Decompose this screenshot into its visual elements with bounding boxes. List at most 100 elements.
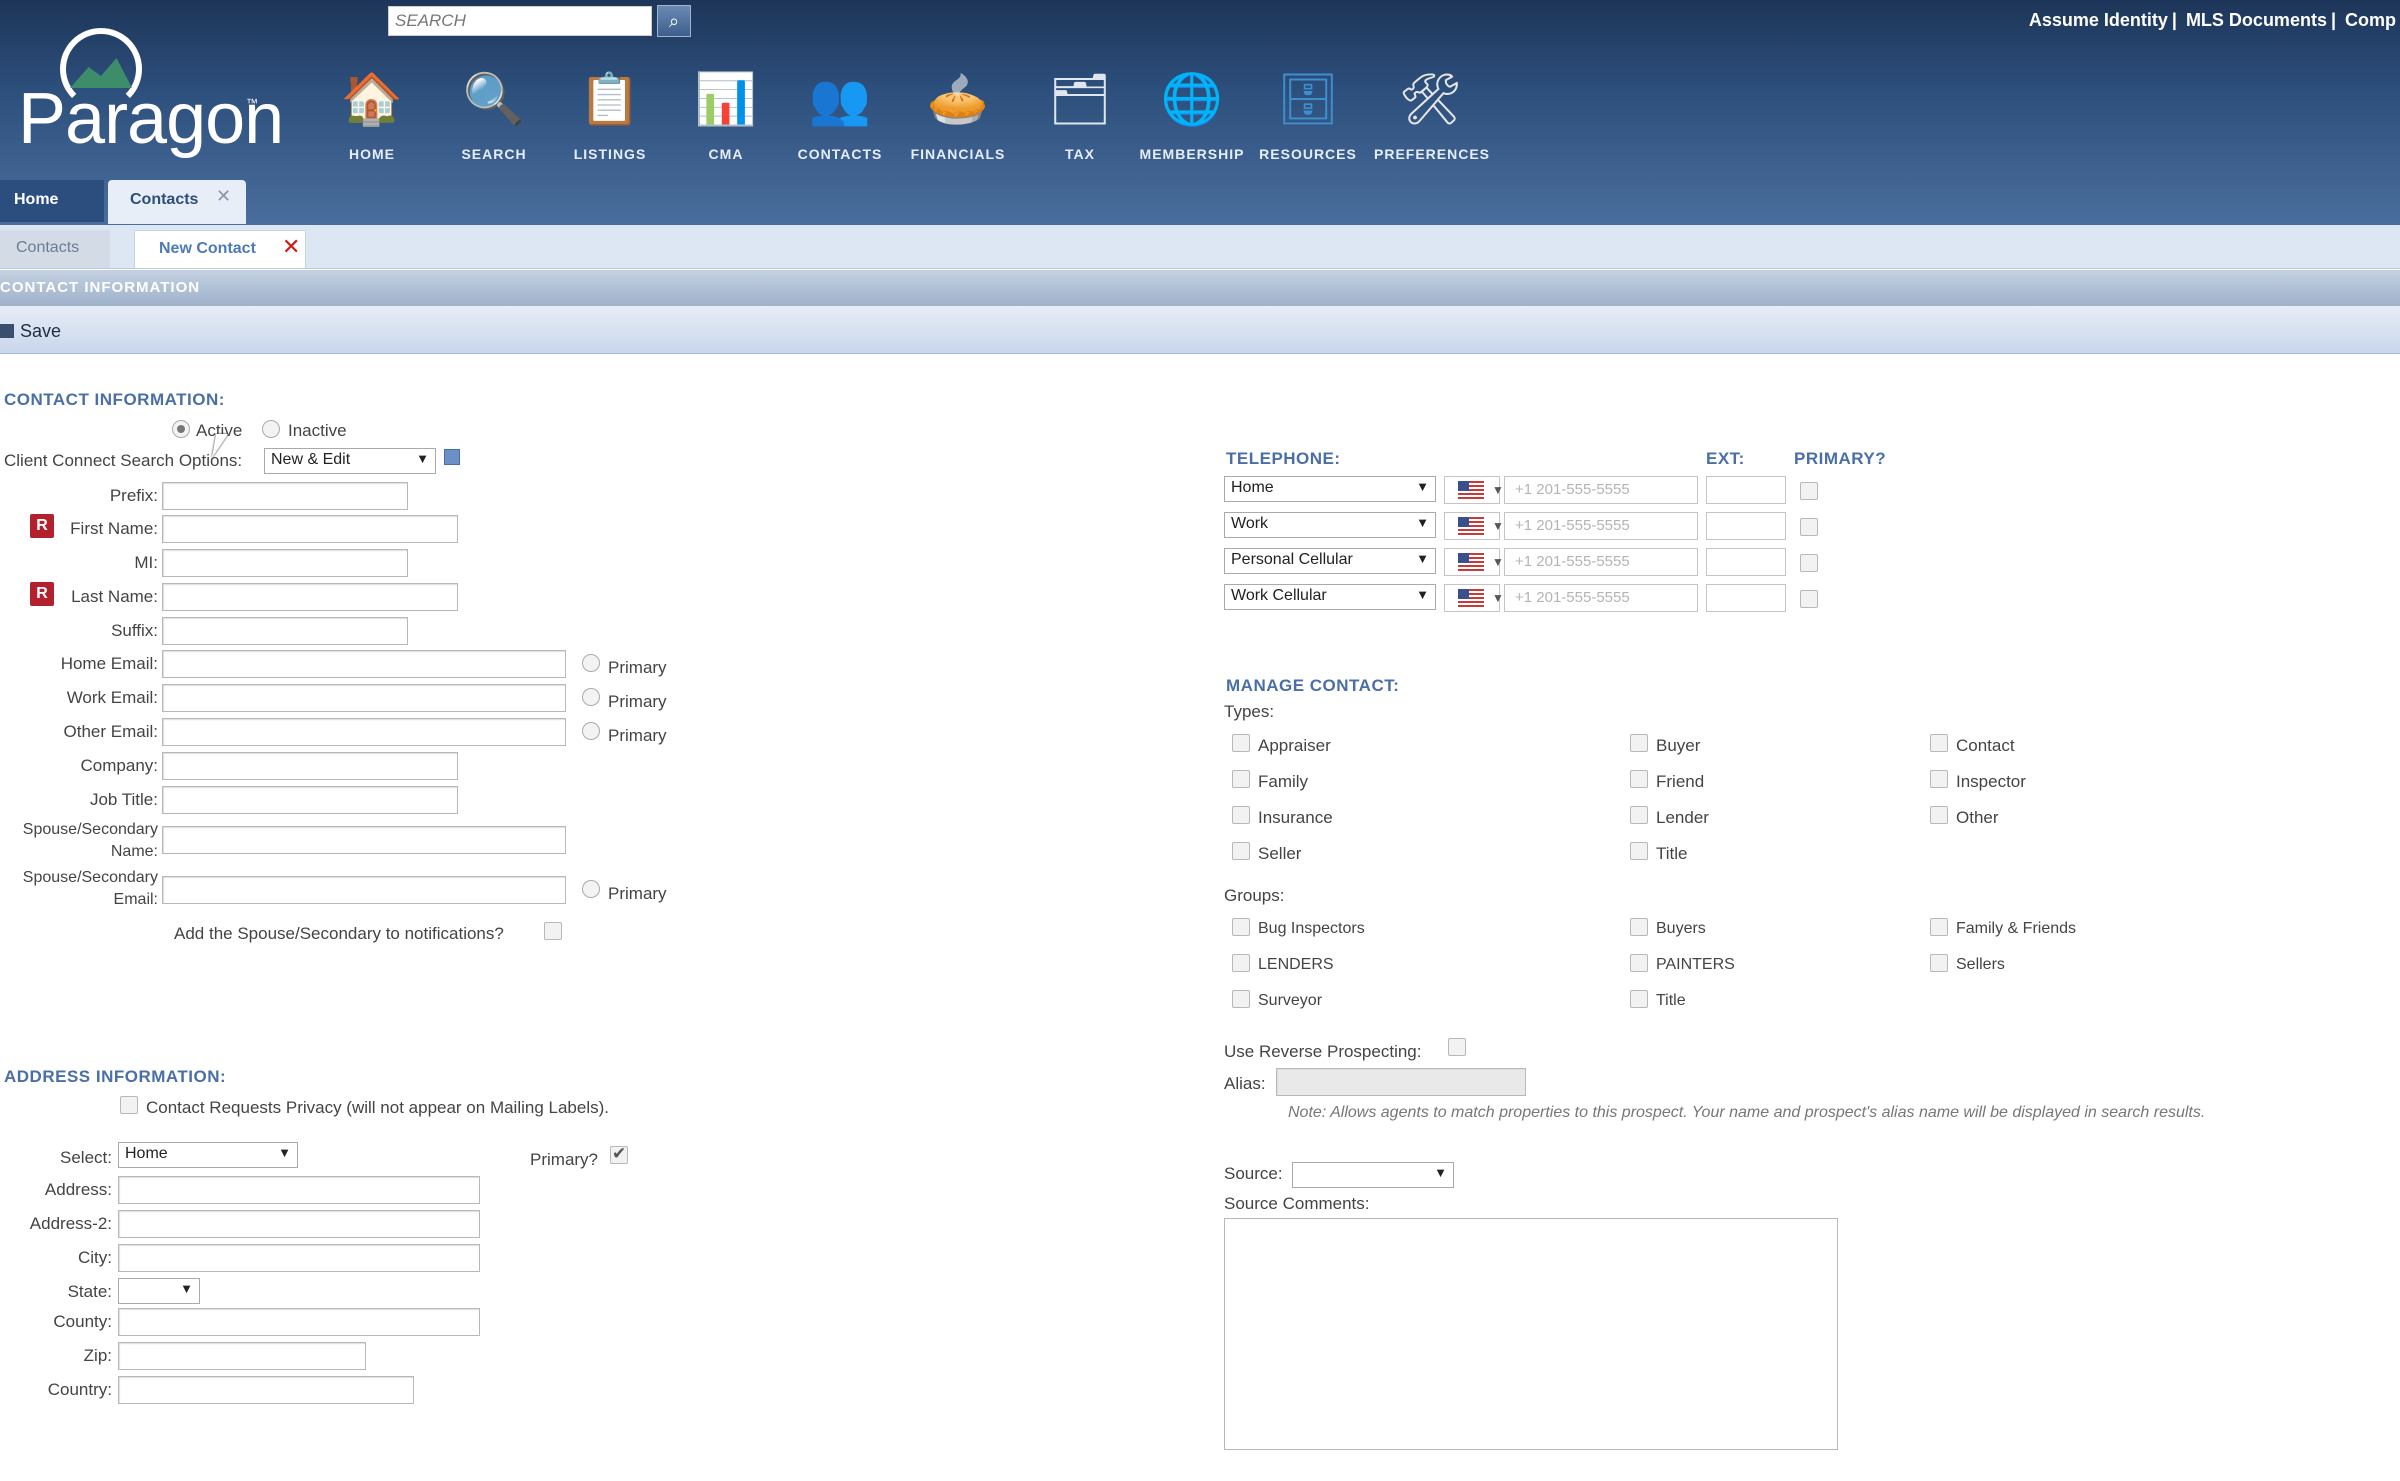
- nav-listings[interactable]: 📋 LISTINGS: [554, 66, 666, 163]
- type-checkbox[interactable]: [1232, 734, 1250, 752]
- phone-input[interactable]: +1 201-555-5555: [1504, 548, 1698, 576]
- work-email-input[interactable]: [162, 684, 566, 712]
- spouse-name-input[interactable]: [162, 826, 566, 854]
- phone-primary-checkbox[interactable]: [1800, 518, 1818, 536]
- inactive-radio[interactable]: [262, 420, 280, 438]
- address-input[interactable]: [118, 1176, 480, 1204]
- group-checkbox[interactable]: [1930, 918, 1948, 936]
- ext-input[interactable]: [1706, 548, 1786, 576]
- city-input[interactable]: [118, 1244, 480, 1272]
- add-spouse-checkbox[interactable]: [544, 922, 562, 940]
- phone-primary-checkbox[interactable]: [1800, 554, 1818, 572]
- last-name-input[interactable]: [162, 583, 458, 611]
- client-connect-select[interactable]: New & Edit ▼: [264, 448, 436, 474]
- ext-input[interactable]: [1706, 584, 1786, 612]
- nav-tax[interactable]: 🗂 TAX: [1024, 66, 1136, 163]
- manage-contact-heading: MANAGE CONTACT:: [1226, 676, 1400, 695]
- source-select[interactable]: ▼: [1292, 1162, 1454, 1188]
- nav-cma[interactable]: 📊 CMA: [670, 66, 782, 163]
- type-checkbox[interactable]: [1630, 806, 1648, 824]
- type-checkbox[interactable]: [1630, 734, 1648, 752]
- primary-label: Primary: [608, 726, 667, 745]
- group-label: Sellers: [1956, 956, 2005, 973]
- phone-type-select[interactable]: Personal Cellular ▼: [1224, 548, 1436, 574]
- alias-input[interactable]: [1276, 1068, 1526, 1096]
- address2-input[interactable]: [118, 1210, 480, 1238]
- other-email-primary-radio[interactable]: [582, 722, 600, 740]
- type-checkbox[interactable]: [1232, 806, 1250, 824]
- search-button[interactable]: ⌕: [657, 5, 691, 37]
- chevron-down-icon: ▼: [1416, 479, 1429, 494]
- nav-membership[interactable]: 🌐 MEMBERSHIP: [1136, 66, 1248, 163]
- phone-type-select[interactable]: Work ▼: [1224, 512, 1436, 538]
- ext-input[interactable]: [1706, 476, 1786, 504]
- phone-input[interactable]: +1 201-555-5555: [1504, 476, 1698, 504]
- phone-type-select[interactable]: Home ▼: [1224, 476, 1436, 502]
- listings-icon: 📋: [578, 70, 642, 127]
- zip-input[interactable]: [118, 1342, 366, 1370]
- type-label: Buyer: [1656, 736, 1701, 755]
- subtab-new-contact[interactable]: New Contact: [134, 230, 306, 268]
- info-icon[interactable]: [444, 449, 460, 465]
- type-checkbox[interactable]: [1630, 770, 1648, 788]
- phone-primary-checkbox[interactable]: [1800, 482, 1818, 500]
- phone-input[interactable]: +1 201-555-5555: [1504, 584, 1698, 612]
- group-checkbox[interactable]: [1232, 918, 1250, 936]
- type-checkbox[interactable]: [1630, 842, 1648, 860]
- group-label: LENDERS: [1258, 956, 1334, 973]
- nav-search[interactable]: 🔍 SEARCH: [438, 66, 550, 163]
- mi-input[interactable]: [162, 549, 408, 577]
- privacy-checkbox[interactable]: [120, 1096, 138, 1114]
- nav-preferences[interactable]: 🛠 PREFERENCES: [1374, 66, 1489, 163]
- ext-input[interactable]: [1706, 512, 1786, 540]
- nav-resources[interactable]: 🗄 RESOURCES: [1252, 66, 1364, 163]
- group-checkbox[interactable]: [1630, 918, 1648, 936]
- source-comments-textarea[interactable]: [1224, 1218, 1838, 1450]
- save-icon[interactable]: [0, 324, 14, 338]
- group-checkbox[interactable]: [1232, 954, 1250, 972]
- mls-documents-link[interactable]: MLS Documents: [2186, 10, 2327, 30]
- work-email-primary-radio[interactable]: [582, 688, 600, 706]
- close-subtab-icon[interactable]: ✕: [282, 234, 300, 260]
- nav-contacts[interactable]: 👥 CONTACTS: [784, 66, 896, 163]
- spouse-email-input[interactable]: [162, 876, 566, 904]
- first-name-input[interactable]: [162, 515, 458, 543]
- phone-input[interactable]: +1 201-555-5555: [1504, 512, 1698, 540]
- home-email-primary-radio[interactable]: [582, 654, 600, 672]
- county-input[interactable]: [118, 1308, 480, 1336]
- close-tab-icon[interactable]: ✕: [216, 186, 231, 207]
- group-checkbox[interactable]: [1232, 990, 1250, 1008]
- phone-type-select[interactable]: Work Cellular ▼: [1224, 584, 1436, 610]
- type-checkbox[interactable]: [1930, 770, 1948, 788]
- type-checkbox[interactable]: [1232, 770, 1250, 788]
- company-input[interactable]: [162, 752, 458, 780]
- group-checkbox[interactable]: [1630, 990, 1648, 1008]
- prefix-input[interactable]: [162, 482, 408, 510]
- nav-financials[interactable]: 🥧 FINANCIALS: [902, 66, 1014, 163]
- phone-primary-checkbox[interactable]: [1800, 590, 1818, 608]
- group-checkbox[interactable]: [1630, 954, 1648, 972]
- country-input[interactable]: [118, 1376, 414, 1404]
- other-email-input[interactable]: [162, 718, 566, 746]
- active-radio[interactable]: [172, 420, 190, 438]
- reverse-prospecting-checkbox[interactable]: [1448, 1038, 1466, 1056]
- subtab-contacts[interactable]: Contacts: [0, 230, 110, 268]
- state-select[interactable]: ▼: [118, 1278, 200, 1304]
- address-primary-checkbox[interactable]: [610, 1144, 628, 1164]
- type-checkbox[interactable]: [1930, 806, 1948, 824]
- job-title-input[interactable]: [162, 786, 458, 814]
- type-checkbox[interactable]: [1232, 842, 1250, 860]
- spouse-email-primary-radio[interactable]: [582, 880, 600, 898]
- assume-identity-link[interactable]: Assume Identity: [2029, 10, 2168, 30]
- group-checkbox[interactable]: [1930, 954, 1948, 972]
- nav-home[interactable]: 🏠 HOME: [316, 66, 428, 163]
- search-input[interactable]: SEARCH: [388, 6, 652, 36]
- home-email-input[interactable]: [162, 650, 566, 678]
- resources-icon: 🗄: [1276, 70, 1340, 127]
- comp-link[interactable]: Comp: [2345, 10, 2396, 30]
- save-button[interactable]: Save: [20, 321, 61, 342]
- tab-home[interactable]: Home: [0, 180, 104, 222]
- address-type-select[interactable]: Home ▼: [118, 1142, 298, 1168]
- type-checkbox[interactable]: [1930, 734, 1948, 752]
- suffix-input[interactable]: [162, 617, 408, 645]
